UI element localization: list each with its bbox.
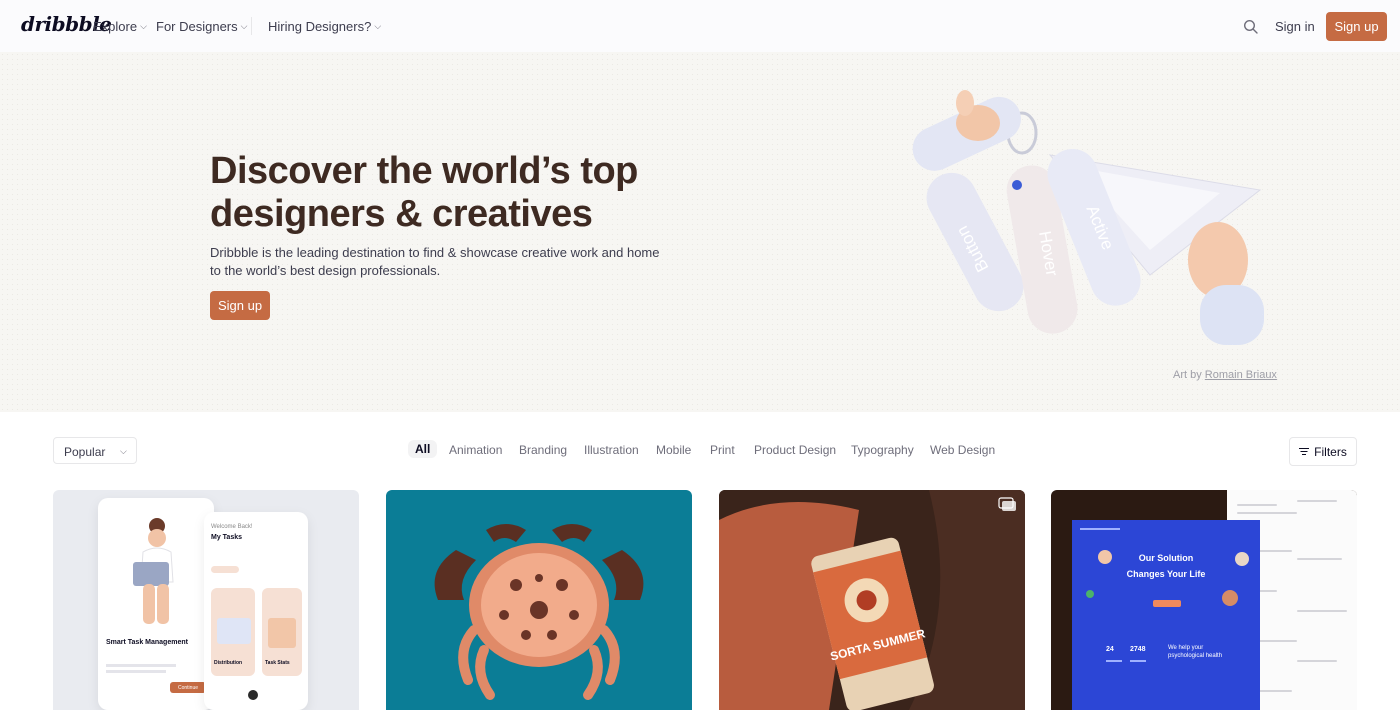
landing-tagline: We help your psychological health — [1168, 645, 1223, 659]
phone-heading: My Tasks — [211, 534, 242, 541]
top-nav: dribbble Explore ⌵ For Designers ⌵ Hirin… — [0, 0, 1400, 52]
landing-card: Our Solution Changes Your Life 24 2748 W… — [1072, 520, 1260, 710]
nav-divider — [251, 17, 252, 35]
tab-all[interactable]: All — [408, 440, 438, 458]
tab-typography[interactable]: Typography — [851, 443, 914, 457]
card-distribution: Distribution — [214, 660, 243, 666]
art-credit-prefix: Art by — [1173, 369, 1205, 381]
chevron-down-icon: ⌵ — [140, 21, 147, 31]
nav-hiring-designers[interactable]: Hiring Designers? ⌵ — [268, 19, 381, 34]
tab-print[interactable]: Print — [710, 443, 735, 457]
shot-card-web-landing[interactable]: Our Solution Changes Your Life 24 2748 W… — [1051, 490, 1357, 710]
crab-illustration — [434, 524, 644, 700]
sign-up-button[interactable]: Sign up — [1326, 12, 1387, 41]
search-icon[interactable] — [1243, 19, 1259, 35]
sign-in-link[interactable]: Sign in — [1275, 19, 1315, 34]
landing-title-2: Changes Your Life — [1126, 569, 1206, 579]
filters-button[interactable]: Filters — [1289, 437, 1357, 466]
multi-shot-icon — [998, 497, 1016, 511]
art-credit-author-link[interactable]: Romain Briaux — [1205, 369, 1277, 381]
person-illustration — [133, 518, 174, 624]
card-task-stats: Task Stats — [265, 660, 290, 666]
hero-illustration: Button Hover Active — [912, 90, 1264, 345]
shot-card-crab[interactable] — [386, 490, 692, 710]
nav-for-designers-label: For Designers — [156, 19, 238, 34]
stat-2748: 2748 — [1130, 646, 1146, 653]
can-photo: SORTA SUMMER — [719, 490, 1025, 710]
tab-mobile[interactable]: Mobile — [656, 443, 691, 457]
nav-explore[interactable]: Explore ⌵ — [93, 19, 147, 34]
nav-explore-label: Explore — [93, 19, 138, 34]
tab-illustration[interactable]: Illustration — [584, 443, 639, 457]
stat-24: 24 — [1106, 646, 1114, 653]
chevron-down-icon: ⌵ — [374, 21, 382, 31]
hero-sign-up-button[interactable]: Sign up — [210, 291, 270, 320]
chevron-down-icon: ⌵ — [240, 21, 248, 31]
tab-animation[interactable]: Animation — [449, 443, 502, 457]
continue-button: Continue — [170, 682, 206, 693]
phone-mockup-left: Smart Task Management Continue — [98, 498, 214, 710]
shot-card-task-app[interactable]: Smart Task Management Continue Welcome B… — [53, 490, 359, 710]
category-tabs: All Animation Branding Illustration Mobi… — [0, 440, 1400, 463]
tab-branding[interactable]: Branding — [519, 443, 567, 457]
phone-left-title: Smart Task Management — [106, 639, 188, 646]
nav-hiring-label: Hiring Designers? — [268, 19, 372, 34]
filters-label: Filters — [1314, 444, 1347, 459]
art-credit: Art by Romain Briaux — [1173, 369, 1277, 381]
shot-card-can-photo[interactable]: SORTA SUMMER — [719, 490, 1025, 710]
hero-title: Discover the world’s top designers & cre… — [210, 150, 638, 235]
phone-greeting: Welcome Back! — [211, 524, 253, 530]
hero-subtitle: Dribbble is the leading destination to f… — [210, 245, 660, 278]
nav-for-designers[interactable]: For Designers ⌵ — [156, 19, 247, 34]
phone-mockup-right: Welcome Back! My Tasks Distribution Task… — [204, 512, 308, 710]
tab-product-design[interactable]: Product Design — [754, 443, 836, 457]
tab-web-design[interactable]: Web Design — [930, 443, 995, 457]
filter-icon — [1299, 447, 1310, 456]
